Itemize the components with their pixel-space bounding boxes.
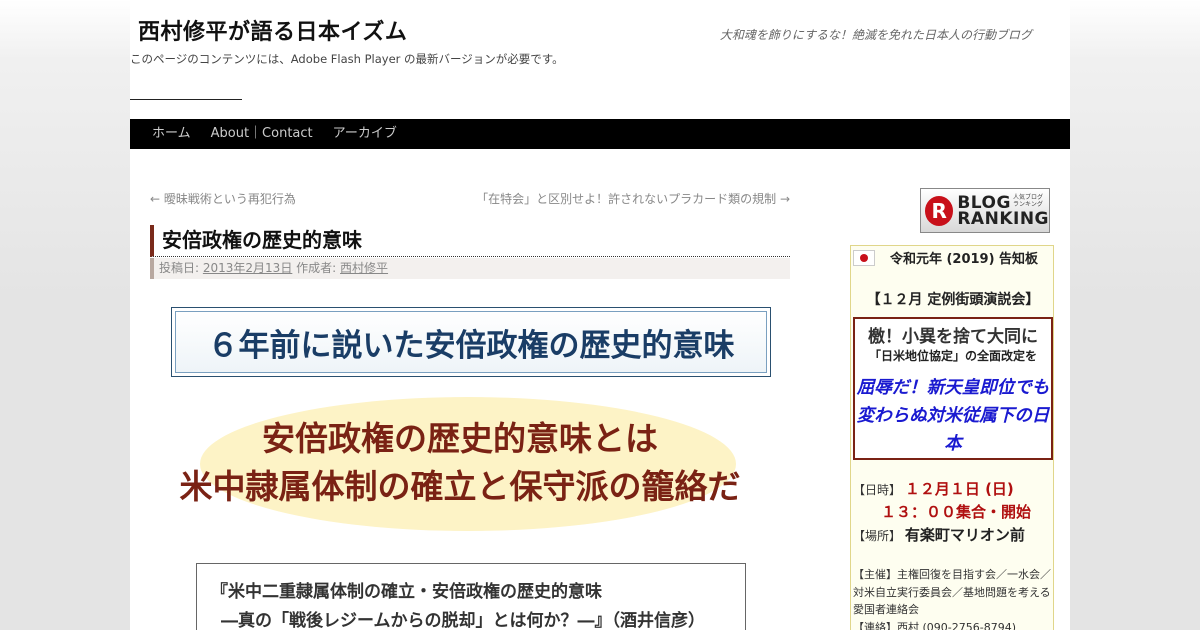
time-value: １３：００集合・開始 [881, 503, 1032, 521]
main-content: ← 曖昧戦術という再犯行為 「在特会」と区別せよ！許されないプラカード類の規制 … [150, 190, 790, 630]
headline-banner: ６年前に説いた安倍政権の歴史的意味 [171, 307, 771, 377]
post-date-link[interactable]: 2013年2月13日 [203, 261, 292, 275]
flash-player-notice: このページのコンテンツには、Adobe Flash Player の最新バージョ… [130, 52, 564, 66]
site-title[interactable]: 西村修平が語る日本イズム [138, 14, 407, 46]
meta-posted-label: 投稿日: [159, 261, 200, 275]
page-wrapper: 西村修平が語る日本イズム 大和魂を飾りにするな！絶滅を免れた日本人の行動ブログ … [130, 0, 1070, 630]
notice-title: 令和元年 (2019) 告知板 [889, 252, 1039, 267]
notice-slogan-3: 屈辱だ！新天皇即位でも変わらぬ対米従属下の日本 [856, 378, 1050, 454]
notice-subtitle: 【１２月 定例街頭演説会】 [866, 292, 1040, 308]
next-post-link[interactable]: 「在特会」と区別せよ！許されないプラカード類の規制 → [476, 190, 790, 207]
nav-item-about-contact[interactable]: About｜Contact [201, 119, 323, 149]
notice-slogan-2: 「日米地位協定」の全面改定を [868, 349, 1037, 363]
quote-line2: ―真の「戦後レジームからの脱却」とは何か？―』（酒井信彦） [221, 611, 705, 630]
big-headline-line1: 安倍政権の歴史的意味とは [262, 419, 658, 458]
place-value: 有楽町マリオン前 [904, 526, 1025, 544]
post-meta: 投稿日: 2013年2月13日 作成者: 西村修平 [150, 258, 790, 279]
notice-date: 【日時】 １２月１日 (日) [853, 478, 1014, 499]
notice-organizer: 【主催】主権回復を目指す会／一水会／対米自立実行委員会／基地問題を考える愛国者連… [853, 566, 1055, 630]
meta-author-label: 作成者: [296, 261, 337, 275]
date-label: 【日時】 [853, 483, 902, 497]
notice-red-box: 檄！小異を捨て大同に 「日米地位協定」の全面改定を 屈辱だ！新天皇即位でも変わら… [853, 317, 1053, 460]
contact-text: 【連絡】西村 (090-2756-8794) [853, 620, 1017, 630]
headline-text: ６年前に説いた安倍政権の歴史的意味 [175, 311, 767, 373]
date-value: １２月１日 (日) [904, 480, 1014, 498]
post-title: 安倍政権の歴史的意味 [150, 225, 790, 257]
notice-time: １３：００集合・開始 [881, 501, 1031, 522]
header-divider [130, 99, 242, 100]
organizer-text: 【主催】主権回復を目指す会／一水会／対米自立実行委員会／基地問題を考える愛国者連… [853, 568, 1051, 616]
ranking-big-line2: RANKING [957, 208, 1049, 229]
notice-place: 【場所】 有楽町マリオン前 [853, 524, 1025, 545]
big-headline-line2: 米中隷属体制の確立と保守派の籠絡だ [179, 467, 741, 506]
ranking-logo-icon: R [925, 195, 954, 226]
quote-line1: 『米中二重隷属体制の確立・安倍政権の歴史的意味 [211, 582, 602, 602]
post-author-link[interactable]: 西村修平 [340, 261, 388, 275]
notice-slogan-1: 檄！小異を捨て大同に [868, 327, 1038, 347]
quote-box: 『米中二重隷属体制の確立・安倍政権の歴史的意味 ―真の「戦後レジームからの脱却」… [196, 563, 746, 630]
prev-post-link[interactable]: ← 曖昧戦術という再犯行為 [150, 190, 296, 207]
blog-ranking-banner[interactable]: R BLOG RANKING 人気ブログランキング [920, 188, 1050, 233]
notice-board: 令和元年 (2019) 告知板 【１２月 定例街頭演説会】 檄！小異を捨て大同に… [850, 245, 1054, 630]
place-label: 【場所】 [853, 529, 902, 543]
post-navigation: ← 曖昧戦術という再犯行為 「在特会」と区別せよ！許されないプラカード類の規制 … [150, 190, 790, 208]
ranking-small-label: 人気ブログランキング [1013, 194, 1044, 208]
main-nav: ホーム About｜Contact アーカイブ [130, 119, 1070, 149]
nav-item-home[interactable]: ホーム [142, 119, 201, 149]
nav-item-archive[interactable]: アーカイブ [323, 119, 407, 149]
site-description: 大和魂を飾りにするな！絶滅を免れた日本人の行動ブログ [719, 28, 1032, 42]
